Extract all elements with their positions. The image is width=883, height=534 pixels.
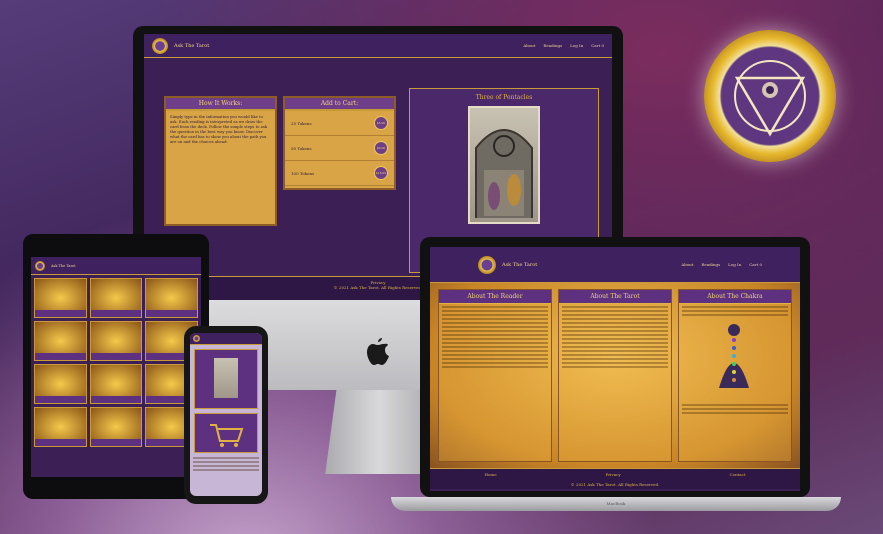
column-text: [679, 306, 791, 316]
top-nav: Ask The Tarot: [31, 257, 201, 275]
reading-tile[interactable]: [145, 278, 198, 318]
footer-links: Home Privacy Contact: [430, 468, 800, 480]
nav-about[interactable]: About: [523, 43, 535, 48]
nav-cart[interactable]: Cart 0: [749, 262, 762, 267]
top-nav: Ask The Tarot About Readings Log In Cart…: [144, 34, 612, 58]
reading-tile[interactable]: [89, 407, 143, 447]
add-to-cart-title: Add to Cart:: [285, 98, 394, 111]
reading-tile[interactable]: [34, 407, 87, 447]
about-chakra-column: About The Chakra: [678, 289, 792, 462]
phone-screen: [190, 333, 262, 496]
buy-button[interactable]: $16.00: [374, 166, 388, 180]
cart-option: 25 Tokens $5.00: [285, 111, 394, 136]
phone-text: [190, 457, 262, 471]
add-to-cart-panel: Add to Cart: 25 Tokens $5.00 50 Tokens $9.…: [283, 96, 396, 190]
cart-option-label: 25 Tokens: [291, 120, 312, 126]
footer-link-home[interactable]: Home: [485, 472, 497, 477]
nav-login[interactable]: Log In: [570, 43, 583, 48]
logo-icon[interactable]: [193, 335, 200, 342]
nav-readings[interactable]: Readings: [543, 43, 562, 48]
nav-readings[interactable]: Readings: [701, 262, 720, 267]
footer-link-privacy[interactable]: Privacy: [606, 472, 621, 477]
reading-tile[interactable]: [89, 364, 143, 404]
meditation-figure-icon: [719, 324, 749, 388]
reading-grid: [31, 275, 201, 450]
tarot-card-image: [214, 358, 238, 398]
reading-tile[interactable]: [89, 321, 143, 361]
phone-card-panel: [194, 349, 258, 409]
logo-icon[interactable]: [478, 255, 496, 274]
buy-button[interactable]: $5.00: [374, 116, 388, 130]
buy-button[interactable]: $9.00: [374, 141, 388, 155]
top-nav: [190, 333, 262, 345]
logo-icon[interactable]: [35, 260, 45, 271]
third-eye-chakra-badge: [704, 30, 836, 162]
cart-icon: [210, 424, 244, 447]
reading-tile[interactable]: [89, 278, 143, 318]
monitor-stand: [325, 390, 433, 474]
column-title: About The Reader: [439, 290, 551, 304]
column-text: [439, 306, 551, 368]
copyright-text: © 2021 Ask The Tarot. All Rights Reserve…: [333, 285, 423, 290]
nav-login[interactable]: Log In: [728, 262, 741, 267]
column-title: About The Chakra: [679, 290, 791, 304]
reading-tile[interactable]: [34, 278, 87, 318]
column-title: About The Tarot: [559, 290, 671, 304]
tablet-screen: Ask The Tarot: [31, 257, 201, 477]
about-reader-column: About The Reader: [438, 289, 552, 462]
column-text: [559, 306, 671, 368]
phone-cart-panel: [194, 413, 258, 453]
tarot-card-image: [468, 106, 540, 224]
column-text: [679, 404, 791, 414]
cart-option-label: 50 Tokens: [291, 145, 312, 151]
brand-name[interactable]: Ask The Tarot: [502, 262, 537, 268]
how-it-works-text: Simply type in the information you would…: [170, 114, 268, 144]
how-it-works-title: How It Works:: [166, 98, 275, 111]
cart-option: 100 Tokens $16.00: [285, 161, 394, 186]
apple-logo-icon: [367, 338, 389, 365]
copyright-text: © 2021 Ask The Tarot. All Rights Reserve…: [430, 480, 800, 489]
third-eye-chakra-icon: [734, 60, 806, 137]
about-columns: About The Reader About The Tarot About T…: [430, 283, 800, 468]
laptop-screen: Ask The Tarot About Readings Log In Cart…: [430, 247, 800, 491]
card-title: Three of Pentacles: [475, 94, 533, 101]
reading-tile[interactable]: [34, 321, 87, 361]
top-nav: Ask The Tarot About Readings Log In Cart…: [430, 247, 800, 283]
logo-icon[interactable]: [152, 37, 168, 54]
footer-link-contact[interactable]: Contact: [730, 472, 746, 477]
brand-name[interactable]: Ask The Tarot: [174, 43, 209, 49]
laptop-label: MacBook: [606, 501, 626, 506]
nav-about[interactable]: About: [681, 262, 693, 267]
brand-name[interactable]: Ask The Tarot: [51, 264, 76, 268]
how-it-works-panel: How It Works: Simply type in the informa…: [164, 96, 277, 226]
cart-option-label: 100 Tokens: [291, 170, 315, 176]
nav-cart[interactable]: Cart 0: [591, 43, 604, 48]
reading-tile[interactable]: [34, 364, 87, 404]
about-tarot-column: About The Tarot: [558, 289, 672, 462]
cathedral-arch-icon: [475, 129, 533, 218]
laptop-base: MacBook: [391, 497, 841, 511]
cart-option: 50 Tokens $9.00: [285, 136, 394, 161]
